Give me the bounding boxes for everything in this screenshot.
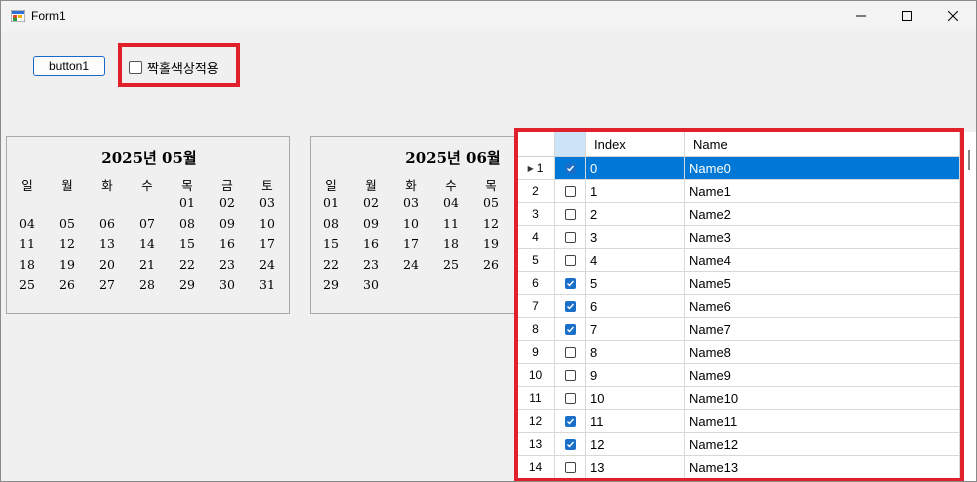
month-calendar-june[interactable]: 2025년 06월 일 월 화 수 목 01 02 03 04 05 08 09 10 11 12 15 16 1… bbox=[310, 136, 520, 314]
window-title: Form1 bbox=[31, 9, 66, 23]
calendar-day[interactable]: 05 bbox=[47, 216, 87, 231]
calendar-day[interactable]: 24 bbox=[391, 257, 431, 272]
weekday-header: 일 bbox=[21, 178, 33, 193]
calendar-day[interactable]: 29 bbox=[311, 277, 351, 292]
button1[interactable]: button1 bbox=[33, 56, 105, 76]
calendar-day[interactable]: 10 bbox=[391, 216, 431, 231]
app-form-icon bbox=[11, 10, 25, 22]
calendar-day[interactable]: 17 bbox=[247, 236, 287, 251]
calendar-day[interactable]: 15 bbox=[167, 236, 207, 251]
calendar-day[interactable]: 25 bbox=[431, 257, 471, 272]
calendar-day[interactable]: 03 bbox=[247, 195, 287, 210]
calendar-day[interactable]: 19 bbox=[47, 257, 87, 272]
annotation-box-grid bbox=[514, 128, 964, 481]
calendar-day[interactable]: 01 bbox=[311, 195, 351, 210]
form1-window: Form1 button1 짝홀색상적용 2025년 05월 일 월 화 수 목 금 토 01… bbox=[0, 0, 977, 482]
calendar-day[interactable]: 16 bbox=[207, 236, 247, 251]
calendar-day[interactable]: 16 bbox=[351, 236, 391, 251]
title-bar[interactable]: Form1 bbox=[1, 1, 976, 31]
calendar-day[interactable]: 07 bbox=[127, 216, 167, 231]
calendar-day[interactable]: 30 bbox=[207, 277, 247, 292]
calendar-day[interactable]: 08 bbox=[311, 216, 351, 231]
weekday-header: 화 bbox=[405, 178, 417, 193]
calendar-day[interactable]: 24 bbox=[247, 257, 287, 272]
calendar-day[interactable]: 31 bbox=[247, 277, 287, 292]
calendar-day[interactable]: 20 bbox=[87, 257, 127, 272]
calendar-day[interactable]: 18 bbox=[431, 236, 471, 251]
calendar-day[interactable]: 02 bbox=[207, 195, 247, 210]
calendar-day[interactable]: 22 bbox=[311, 257, 351, 272]
weekday-header: 일 bbox=[325, 178, 337, 193]
weekday-header: 목 bbox=[485, 178, 497, 193]
calendar-day[interactable]: 17 bbox=[391, 236, 431, 251]
checkbox-label: 짝홀색상적용 bbox=[147, 61, 219, 76]
calendar-day[interactable]: 30 bbox=[351, 277, 391, 292]
calendar-day[interactable]: 01 bbox=[167, 195, 207, 210]
calendar-day[interactable]: 14 bbox=[127, 236, 167, 251]
calendar-day[interactable]: 11 bbox=[7, 236, 47, 251]
calendar-day[interactable]: 21 bbox=[127, 257, 167, 272]
calendar-day[interactable]: 19 bbox=[471, 236, 511, 251]
scrollbar-thumb[interactable] bbox=[968, 150, 970, 170]
maximize-button[interactable] bbox=[884, 1, 930, 31]
minimize-button[interactable] bbox=[838, 1, 884, 31]
month-calendar-may[interactable]: 2025년 05월 일 월 화 수 목 금 토 01 02 03 04 05 06 07 08 09 10 11 1… bbox=[6, 136, 290, 314]
calendar-title: 2025년 05월 bbox=[101, 149, 197, 167]
calendar-day[interactable]: 02 bbox=[351, 195, 391, 210]
calendar-day[interactable]: 06 bbox=[87, 216, 127, 231]
alternate-color-checkbox[interactable]: 짝홀색상적용 bbox=[129, 58, 219, 77]
calendar-day[interactable]: 04 bbox=[431, 195, 471, 210]
minimize-icon bbox=[856, 15, 866, 17]
calendar-day[interactable]: 04 bbox=[7, 216, 47, 231]
calendar-day[interactable]: 22 bbox=[167, 257, 207, 272]
calendar-day[interactable]: 28 bbox=[127, 277, 167, 292]
weekday-header: 화 bbox=[101, 178, 113, 193]
calendar-day[interactable]: 26 bbox=[47, 277, 87, 292]
weekday-header: 토 bbox=[261, 178, 273, 193]
calendar-day[interactable]: 23 bbox=[351, 257, 391, 272]
calendar-day[interactable]: 13 bbox=[87, 236, 127, 251]
weekday-header: 월 bbox=[61, 178, 73, 193]
calendar-day[interactable]: 03 bbox=[391, 195, 431, 210]
calendar-day[interactable]: 25 bbox=[7, 277, 47, 292]
weekday-header: 금 bbox=[221, 178, 233, 193]
calendar-day[interactable]: 23 bbox=[207, 257, 247, 272]
calendar-day[interactable]: 29 bbox=[167, 277, 207, 292]
calendar-day[interactable]: 18 bbox=[7, 257, 47, 272]
weekday-header: 월 bbox=[365, 178, 377, 193]
weekday-header: 목 bbox=[181, 178, 193, 193]
close-icon bbox=[948, 11, 958, 21]
calendar-day[interactable]: 12 bbox=[47, 236, 87, 251]
calendar-day[interactable]: 09 bbox=[351, 216, 391, 231]
calendar-title: 2025년 06월 bbox=[405, 149, 501, 167]
close-button[interactable] bbox=[930, 1, 976, 31]
calendar-day[interactable]: 09 bbox=[207, 216, 247, 231]
weekday-header: 수 bbox=[445, 178, 457, 193]
calendar-day[interactable]: 15 bbox=[311, 236, 351, 251]
calendar-day[interactable]: 27 bbox=[87, 277, 127, 292]
calendar-day[interactable]: 08 bbox=[167, 216, 207, 231]
calendar-day[interactable]: 26 bbox=[471, 257, 511, 272]
form-client-area: button1 짝홀색상적용 2025년 05월 일 월 화 수 목 금 토 01 02 03 04… bbox=[1, 31, 976, 481]
checkbox-box[interactable] bbox=[129, 61, 142, 74]
maximize-icon bbox=[902, 11, 912, 21]
calendar-day[interactable]: 10 bbox=[247, 216, 287, 231]
calendar-day[interactable]: 05 bbox=[471, 195, 511, 210]
weekday-header: 수 bbox=[141, 178, 153, 193]
calendar-day[interactable]: 11 bbox=[431, 216, 471, 231]
calendar-day[interactable]: 12 bbox=[471, 216, 511, 231]
